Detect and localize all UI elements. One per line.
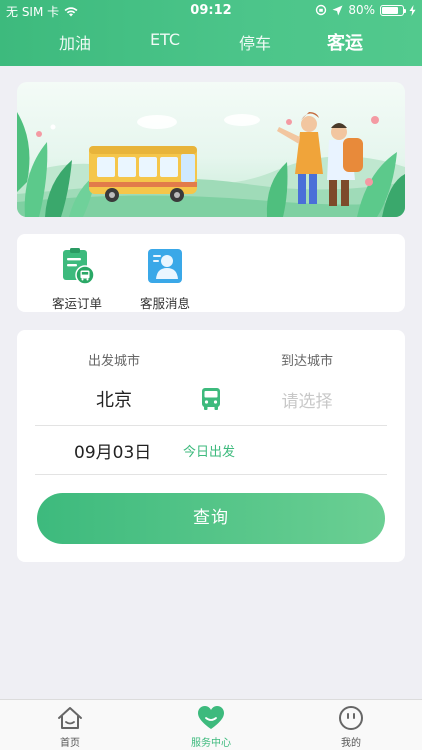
departure-city-field[interactable]: 北京 (96, 386, 132, 412)
profile-icon (339, 706, 363, 730)
status-bar: 无 SIM 卡 09:12 80% (0, 0, 422, 22)
passenger-order-button[interactable]: 客运订单 (41, 246, 113, 312)
divider (35, 474, 387, 475)
tab-etc[interactable]: ETC (150, 30, 180, 49)
query-button[interactable]: 查询 (37, 493, 385, 544)
header: 无 SIM 卡 09:12 80% 加油 ETC 停车 客运 (0, 0, 422, 66)
home-icon (58, 707, 82, 729)
tab-passenger-transport[interactable]: 客运 (327, 29, 363, 55)
passenger-order-label: 客运订单 (51, 296, 102, 311)
tab-parking[interactable]: 停车 (239, 30, 271, 54)
battery-percent: 80% (348, 3, 375, 17)
customer-service-button[interactable]: 客服消息 (129, 246, 201, 312)
battery-icon (380, 4, 406, 16)
departure-label: 出发城市 (87, 354, 141, 369)
nav-profile[interactable]: 我的 (311, 705, 391, 749)
nav-home[interactable]: 首页 (30, 705, 110, 749)
promo-banner[interactable] (17, 82, 405, 217)
bottom-nav: 首页 服务中心 我的 (0, 699, 422, 750)
ticket-search-card: 出发城市 到达城市 北京 请选择 09月03日 今日出发 查询 (17, 330, 405, 562)
today-departure-tag: 今日出发 (183, 445, 236, 460)
quick-actions: 客运订单 客服消息 (17, 234, 405, 312)
bus-travel-illustration (17, 112, 405, 217)
customer-service-label: 客服消息 (139, 296, 190, 311)
customer-service-icon (148, 249, 182, 283)
nav-service-center-label: 服务中心 (191, 738, 231, 749)
bus-icon[interactable] (200, 387, 222, 411)
heart-icon (198, 706, 224, 729)
top-tabs: 加油 ETC 停车 客运 (0, 30, 422, 58)
nav-home-label: 首页 (60, 738, 80, 749)
divider (35, 425, 387, 426)
passenger-order-icon (63, 248, 95, 285)
orientation-lock-icon (316, 4, 327, 16)
nav-service-center[interactable]: 服务中心 (171, 705, 251, 749)
arrival-label: 到达城市 (280, 354, 334, 369)
location-arrow-icon (332, 5, 343, 15)
tab-fuel[interactable]: 加油 (59, 30, 91, 54)
departure-date-field[interactable]: 09月03日 (74, 438, 151, 463)
charging-icon (409, 4, 416, 16)
nav-profile-label: 我的 (341, 738, 361, 749)
arrival-city-field[interactable]: 请选择 (282, 387, 333, 412)
